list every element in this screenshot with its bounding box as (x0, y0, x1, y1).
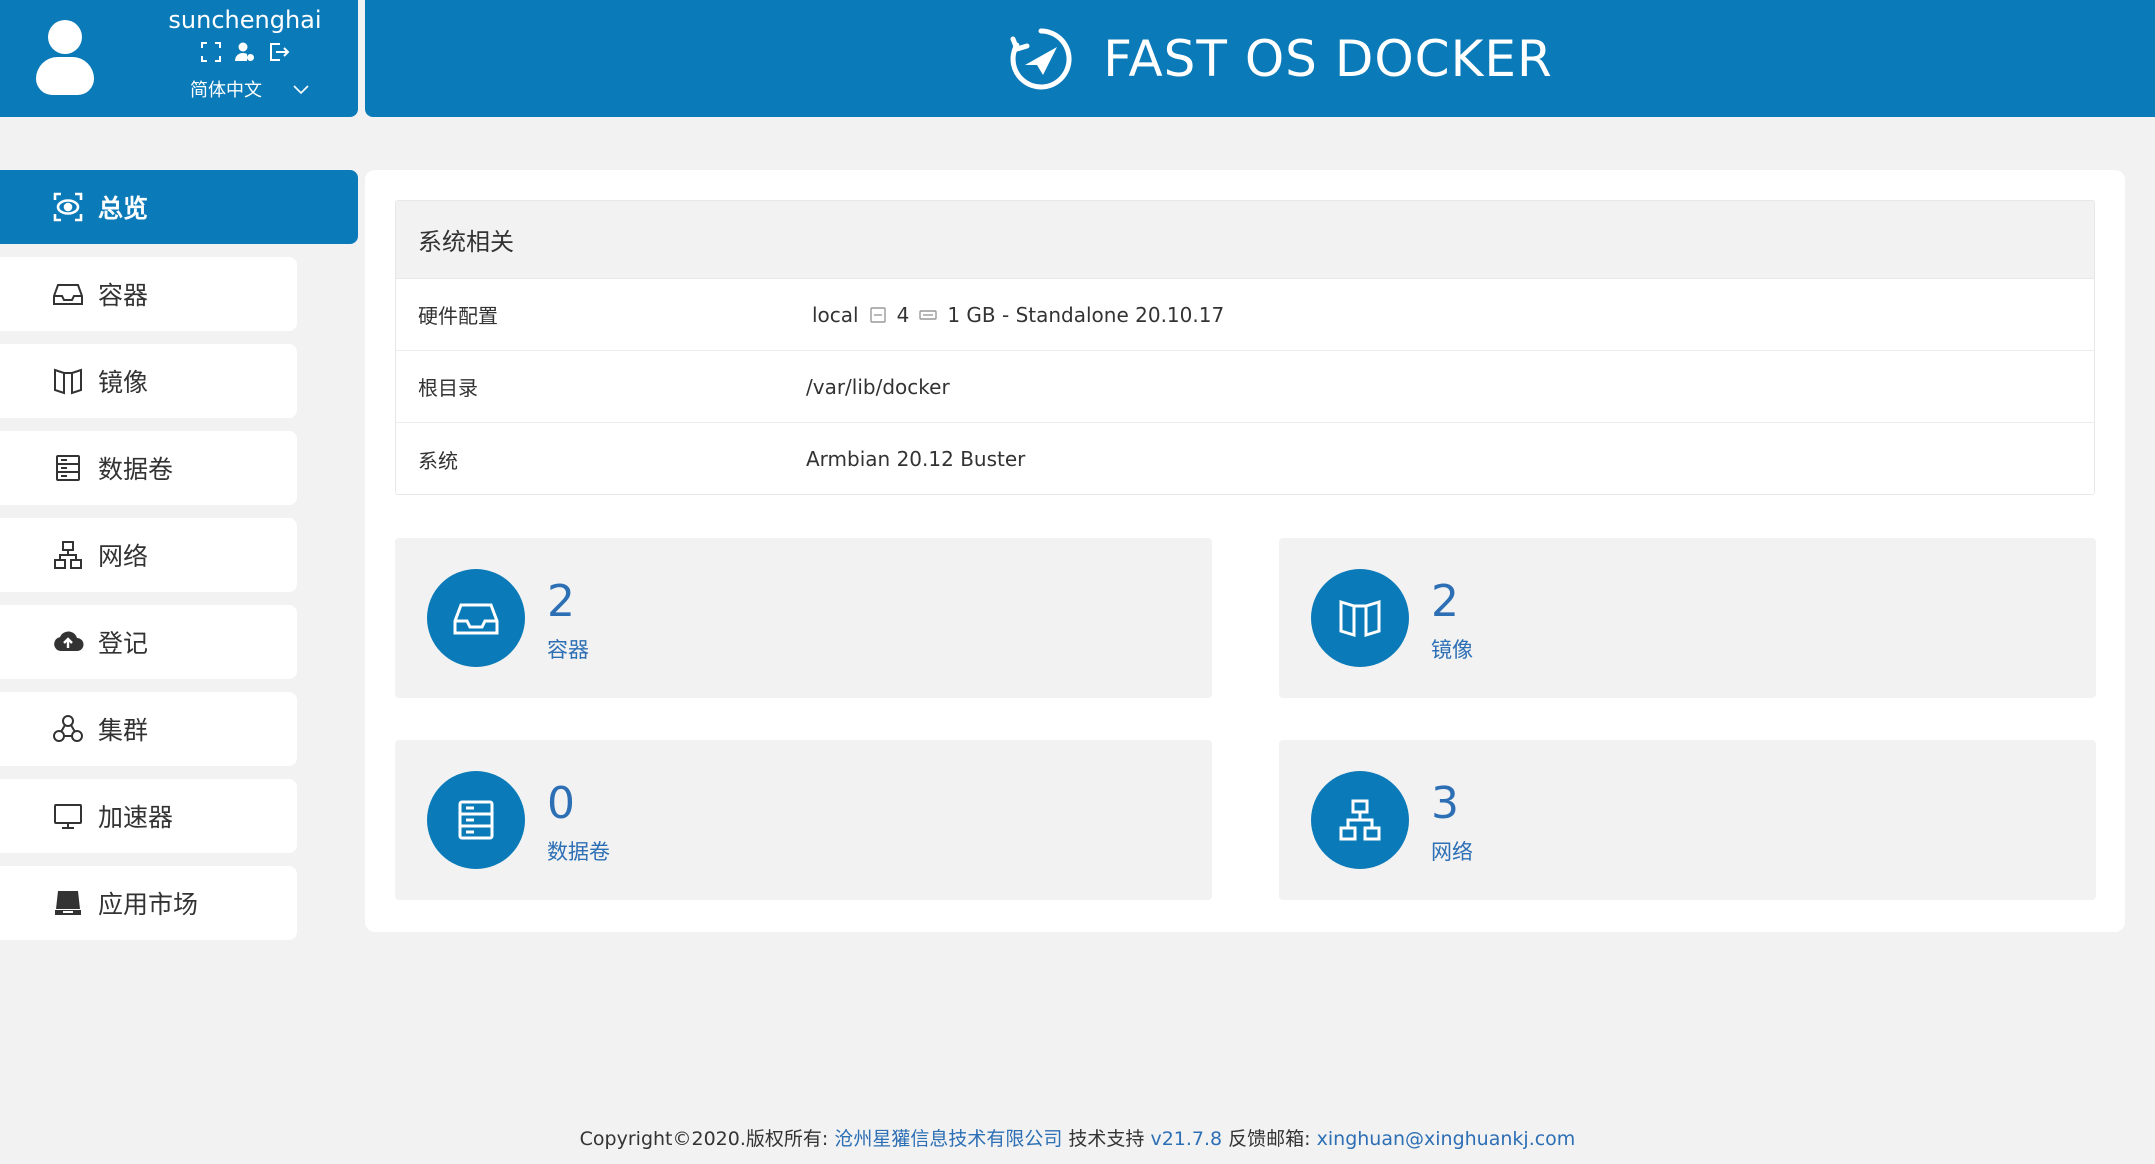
images-label: 镜像 (1431, 638, 1473, 662)
sidebar-item-volumes[interactable]: 数据卷 (0, 431, 297, 505)
company-link[interactable]: 沧州星獾信息技术有限公司 (834, 1128, 1062, 1150)
system-info-title: 系统相关 (396, 201, 2094, 279)
volumes-label: 数据卷 (547, 840, 610, 864)
networks-stat-card[interactable]: 3 网络 (1279, 740, 2096, 900)
networks-label: 网络 (1431, 840, 1473, 864)
cpu-icon (869, 306, 886, 323)
host-value: local (812, 302, 859, 327)
network-icon (1339, 799, 1381, 841)
title-bar: FAST OS DOCKER (365, 0, 2155, 117)
username[interactable]: sunchenghai (150, 6, 340, 34)
sidebar-item-networks[interactable]: 网络 (0, 518, 297, 592)
row-label: 根目录 (418, 376, 478, 400)
root-dir-value: /var/lib/docker (806, 374, 950, 399)
support-label: 技术支持 (1062, 1128, 1151, 1150)
network-icon (52, 539, 84, 571)
table-row: 系统 Armbian 20.12 Buster (396, 423, 2094, 494)
table-row: 根目录 /var/lib/docker (396, 351, 2094, 423)
memory-icon (919, 309, 938, 320)
sidebar-item-images[interactable]: 镜像 (0, 344, 297, 418)
image-book-icon (1339, 599, 1381, 638)
sidebar-item-registry[interactable]: 登记 (0, 605, 297, 679)
os-value: Armbian 20.12 Buster (806, 447, 1026, 471)
inbox-icon (453, 603, 499, 635)
images-stat-card[interactable]: 2 镜像 (1279, 538, 2096, 698)
user-panel: sunchenghai 简体中文 (0, 0, 358, 117)
email-label: 反馈邮箱: (1222, 1128, 1317, 1150)
monitor-icon (52, 800, 84, 832)
containers-count: 2 (547, 576, 575, 627)
sidebar-item-label: 网络 (98, 542, 149, 571)
sidebar-item-label: 数据卷 (98, 455, 174, 484)
copyright-text: Copyright©2020.版权所有: (579, 1128, 835, 1150)
hardware-value: local 4 1 GB - Standalone 20.10.17 (806, 303, 1224, 327)
row-label: 硬件配置 (418, 304, 498, 328)
cpu-value: 4 (896, 302, 910, 327)
sidebar-item-accelerator[interactable]: 加速器 (0, 779, 297, 853)
footer: Copyright©2020.版权所有: 沧州星獾信息技术有限公司 技术支持 v… (0, 1124, 2155, 1151)
volumes-count: 0 (547, 778, 575, 829)
sidebar-item-label: 镜像 (98, 368, 149, 397)
fullscreen-icon[interactable] (200, 41, 222, 63)
dashboard-eye-icon (52, 191, 84, 223)
cloud-upload-icon (52, 626, 84, 658)
sidebar-item-label: 加速器 (98, 803, 174, 832)
containers-stat-card[interactable]: 2 容器 (395, 538, 1212, 698)
memory-value: 1 GB - Standalone 20.10.17 (947, 302, 1225, 327)
sidebar-item-app-store[interactable]: 应用市场 (0, 866, 297, 940)
sidebar-item-containers[interactable]: 容器 (0, 257, 297, 331)
language-select[interactable]: 简体中文 (190, 76, 310, 102)
user-settings-icon[interactable] (234, 41, 256, 63)
volumes-stat-card[interactable]: 0 数据卷 (395, 740, 1212, 900)
chevron-down-icon (293, 85, 309, 95)
networks-count: 3 (1431, 778, 1459, 829)
sidebar-item-overview[interactable]: 总览 (0, 170, 358, 244)
system-info-card: 系统相关 硬件配置 local 4 1 GB - Standalone 20.1… (395, 200, 2095, 495)
version-link[interactable]: v21.7.8 (1150, 1128, 1222, 1150)
sidebar-item-label: 登记 (98, 629, 149, 658)
table-row: 硬件配置 local 4 1 GB - Standalone 20.10.17 (396, 279, 2094, 351)
image-book-icon (52, 365, 84, 397)
app-store-icon (52, 887, 84, 919)
user-tools (200, 41, 290, 63)
logout-icon[interactable] (268, 41, 290, 63)
main-panel: 系统相关 硬件配置 local 4 1 GB - Standalone 20.1… (365, 170, 2125, 932)
sidebar-item-cluster[interactable]: 集群 (0, 692, 297, 766)
database-icon (458, 800, 494, 840)
app-title: FAST OS DOCKER (1103, 29, 1553, 88)
sidebar-item-label: 应用市场 (98, 890, 199, 919)
fast-os-logo-icon (1010, 28, 1072, 89)
avatar[interactable] (36, 20, 94, 96)
images-count: 2 (1431, 576, 1459, 627)
inbox-icon (52, 278, 84, 310)
language-label: 简体中文 (190, 80, 262, 101)
sidebar-item-label: 总览 (98, 194, 149, 223)
email-link[interactable]: xinghuan@xinghuankj.com (1317, 1128, 1576, 1150)
sidebar-item-label: 容器 (98, 281, 149, 310)
containers-label: 容器 (547, 638, 589, 662)
sidebar-item-label: 集群 (98, 716, 149, 745)
row-label: 系统 (418, 448, 458, 473)
database-icon (52, 452, 84, 484)
cluster-icon (52, 713, 84, 745)
